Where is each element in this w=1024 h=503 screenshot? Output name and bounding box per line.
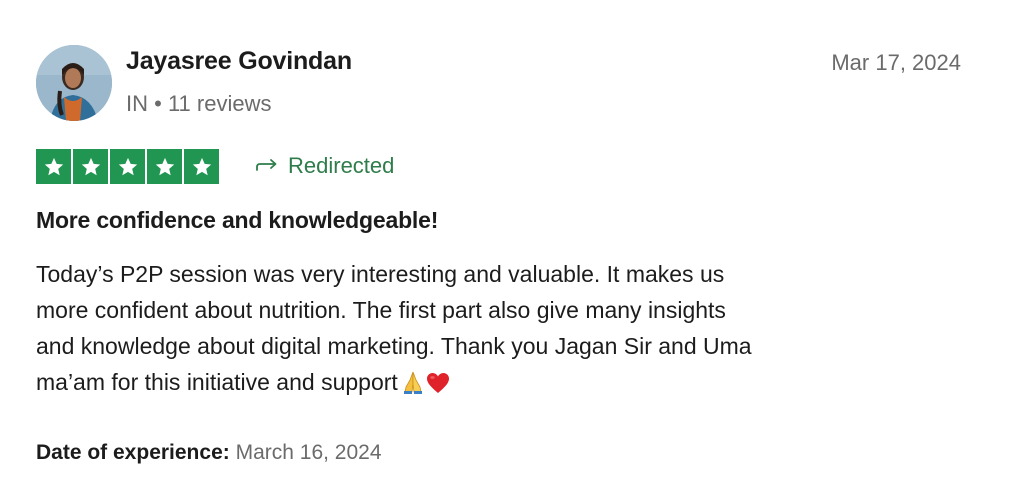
star-icon — [147, 149, 182, 184]
star-icon — [36, 149, 71, 184]
experience-label: Date of experience: — [36, 441, 230, 464]
review-body-line: Today’s P2P session was very interesting… — [36, 261, 725, 287]
redirected-badge[interactable]: Redirected — [254, 153, 394, 179]
star-icon — [73, 149, 108, 184]
emoji-group — [402, 368, 450, 404]
reviewer-name[interactable]: Jayasree Govindan — [126, 47, 352, 76]
experience-date: March 16, 2024 — [235, 441, 382, 464]
avatar[interactable] — [36, 45, 112, 121]
reviewer-country: IN — [126, 91, 148, 116]
review-body-line: more confident about nutrition. The firs… — [36, 297, 726, 323]
reviewer-review-count: 11 reviews — [167, 91, 272, 116]
meta-separator: • — [154, 91, 162, 116]
red-heart-icon — [426, 368, 450, 404]
review-body-line: ma’am for this initiative and support — [36, 369, 398, 395]
avatar-photo-icon — [36, 45, 112, 121]
review-date: Mar 17, 2024 — [831, 50, 961, 75]
star-icon — [110, 149, 145, 184]
review-body-line: and knowledge about digital marketing. T… — [36, 333, 752, 359]
date-of-experience: Date of experience: March 16, 2024 — [36, 441, 382, 465]
review-card: Jayasree Govindan IN • 11 reviews Mar 17… — [0, 0, 1024, 503]
redirect-arrow-icon — [254, 157, 280, 175]
star-rating — [36, 149, 219, 184]
review-title[interactable]: More confidence and knowledgeable! — [36, 207, 438, 234]
review-body-line-last: ma’am for this initiative and support — [36, 364, 946, 404]
reviewer-meta: IN • 11 reviews — [126, 91, 271, 117]
folded-hands-icon — [402, 368, 424, 404]
redirected-label: Redirected — [288, 153, 395, 178]
review-body: Today’s P2P session was very interesting… — [36, 256, 946, 404]
star-icon — [184, 149, 219, 184]
